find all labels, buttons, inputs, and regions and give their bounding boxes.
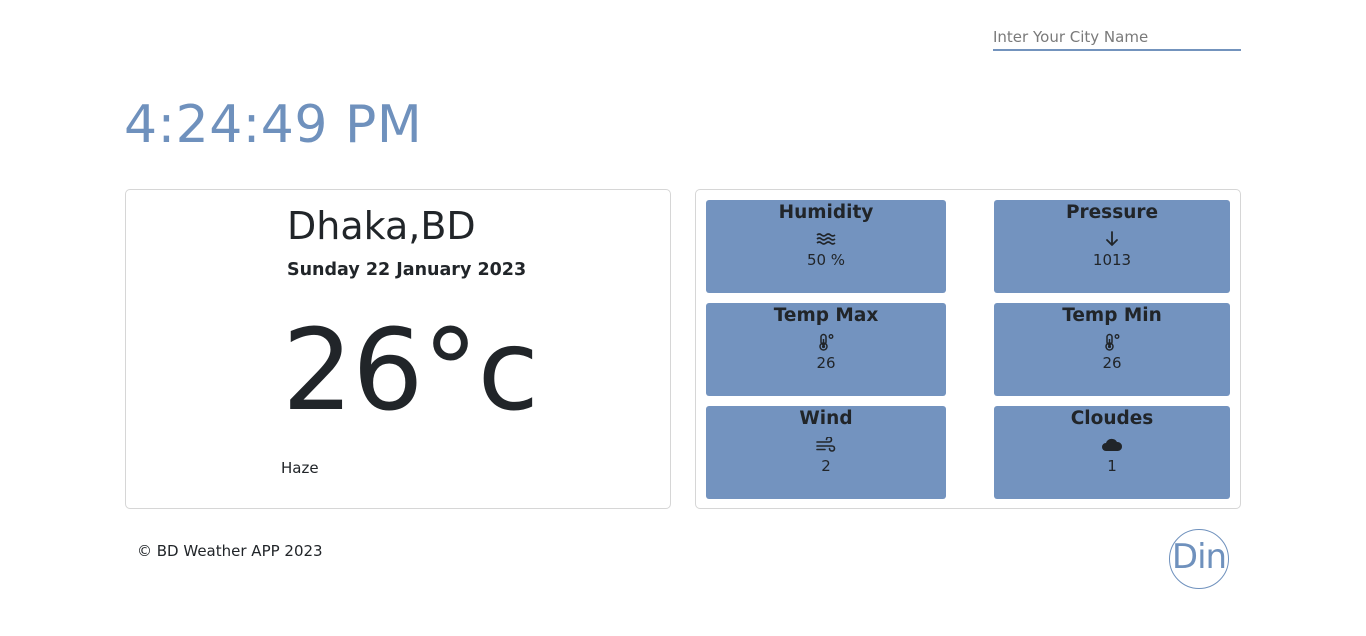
pressure-label: Pressure: [1065, 202, 1159, 223]
cloud-icon: [994, 432, 1230, 456]
current-date: Sunday 22 January 2023: [287, 260, 527, 280]
weather-app: 4:24:49 PM Dhaka,BD Sunday 22 January 20…: [0, 0, 1366, 636]
humidity-value: 50 %: [806, 251, 846, 269]
wind-label: Wind: [799, 408, 853, 429]
humidity-label: Humidity: [778, 202, 874, 223]
waves-icon: [706, 226, 946, 250]
footer-copyright: © BD Weather APP 2023: [137, 542, 323, 560]
temp-max-value: 26: [816, 354, 836, 372]
location-name: Dhaka,BD: [287, 204, 476, 248]
temp-max-tile: Temp Max 26: [706, 303, 946, 396]
current-weather-card: Dhaka,BD Sunday 22 January 2023 26°c Haz…: [125, 189, 671, 509]
thermometer-icon: [706, 329, 946, 353]
temp-min-label: Temp Min: [1062, 305, 1162, 326]
clouds-label: Cloudes: [1070, 408, 1154, 429]
current-time: 4:24:49 PM: [124, 95, 423, 155]
humidity-tile: Humidity 50 %: [706, 200, 946, 293]
temp-max-label: Temp Max: [773, 305, 879, 326]
temperature-value: 26°c: [282, 306, 539, 436]
wind-value: 2: [821, 457, 831, 475]
temp-min-value: 26: [1102, 354, 1122, 372]
temp-min-tile: Temp Min 26: [994, 303, 1230, 396]
weather-condition: Haze: [281, 459, 319, 477]
thermometer-icon: [994, 329, 1230, 353]
arrow-down-icon: [994, 226, 1230, 250]
wind-tile: Wind 2: [706, 406, 946, 499]
weather-stats-card: Humidity 50 % Pressure 1013 Temp Max 26 …: [695, 189, 1241, 509]
clouds-tile: Cloudes 1: [994, 406, 1230, 499]
pressure-value: 1013: [1092, 251, 1132, 269]
wind-icon: [706, 432, 946, 456]
clouds-value: 1: [1107, 457, 1117, 475]
logo: Din: [1169, 529, 1229, 589]
city-search-input[interactable]: [993, 24, 1241, 51]
pressure-tile: Pressure 1013: [994, 200, 1230, 293]
